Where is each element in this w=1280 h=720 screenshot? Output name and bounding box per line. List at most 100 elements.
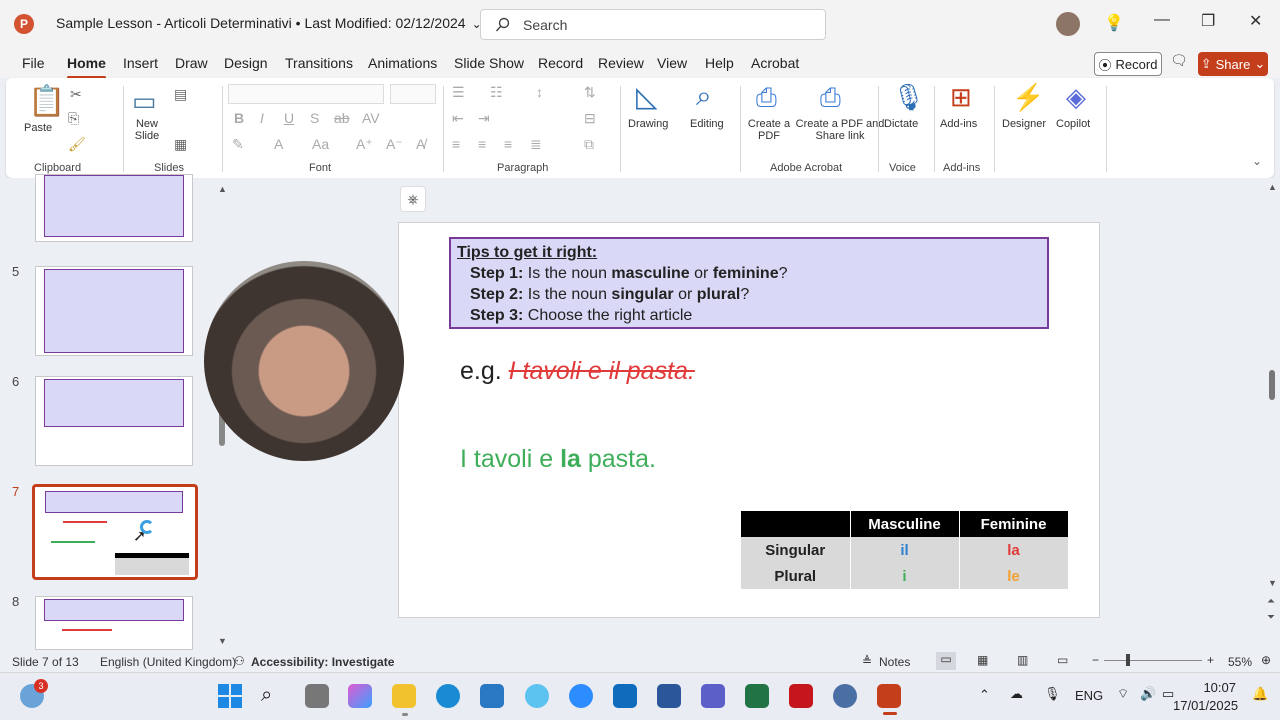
line-spacing-icon[interactable]: ↕ [536, 84, 543, 100]
italic-icon[interactable]: I [260, 110, 264, 126]
notes-button[interactable]: Notes [879, 655, 910, 669]
reading-view-icon[interactable]: ▥ [1017, 653, 1028, 667]
tab-design[interactable]: Design [224, 55, 268, 71]
normal-view-icon[interactable]: ▭ [936, 652, 956, 670]
copilot-icon[interactable]: ◈ [1066, 82, 1086, 113]
create-pdf-button[interactable]: Create a PDF [744, 118, 794, 142]
zoom-level[interactable]: 55% [1228, 655, 1252, 669]
edge-icon[interactable] [436, 684, 460, 708]
copy-icon[interactable]: ⎘ [68, 110, 79, 127]
clear-format-icon[interactable]: A̸ [416, 136, 425, 152]
file-explorer-icon[interactable] [392, 684, 416, 708]
avatar[interactable] [1056, 12, 1080, 36]
slide-thumbnails-pane[interactable]: 5 6 7 8 ▲ ▼ [0, 174, 232, 650]
tab-record[interactable]: Record [538, 55, 583, 71]
thumbnail-4[interactable] [35, 174, 193, 242]
designer-suggest-icon[interactable]: ⎈ [400, 186, 426, 212]
acrobat-icon[interactable] [789, 684, 813, 708]
justify-icon[interactable]: ≣ [530, 136, 542, 153]
scroll-down-icon[interactable]: ▼ [1268, 578, 1277, 588]
bold-icon[interactable]: B [234, 110, 244, 126]
thumbnail-7-selected[interactable] [32, 484, 198, 580]
increase-indent-icon[interactable]: ⇥ [478, 110, 490, 127]
decrease-indent-icon[interactable]: ⇤ [452, 110, 464, 127]
collapse-ribbon-icon[interactable]: ⌄ [1252, 154, 1262, 168]
char-spacing-icon[interactable]: AV [362, 110, 380, 126]
font-color-icon[interactable]: A [274, 136, 283, 152]
microphone-tray-icon[interactable]: 🎙 [1044, 686, 1061, 702]
smartart-icon[interactable]: ⧉ [584, 136, 594, 153]
powerpoint-icon[interactable]: P [14, 14, 34, 34]
tab-file[interactable]: File [22, 55, 45, 71]
tab-home[interactable]: Home [67, 55, 106, 79]
grow-font-icon[interactable]: A⁺ [356, 136, 373, 153]
tab-insert[interactable]: Insert [123, 55, 158, 71]
tab-animations[interactable]: Animations [368, 55, 437, 71]
font-name-dropdown[interactable] [228, 84, 384, 104]
underline-icon[interactable]: U [284, 110, 294, 126]
correct-example[interactable]: I tavoli e la pasta. [460, 445, 656, 474]
outlook-icon[interactable] [613, 684, 637, 708]
minimize-icon[interactable]: — [1154, 11, 1170, 29]
zoom-out-icon[interactable]: − [1092, 653, 1099, 667]
restore-icon[interactable]: ❐ [1201, 11, 1215, 31]
search-taskbar-icon[interactable]: ⌕ [261, 684, 285, 708]
clock-time[interactable]: 10:07 [1200, 680, 1236, 695]
tray-expand-icon[interactable]: ⌃ [979, 687, 990, 703]
designer-icon[interactable]: ⚡ [1012, 82, 1044, 113]
teams-icon[interactable] [701, 684, 725, 708]
scroll-up-icon[interactable]: ▲ [218, 184, 227, 194]
comments-icon[interactable]: 🗨 [1170, 52, 1192, 76]
layout-icon[interactable]: ▤ [174, 86, 187, 103]
text-direction-icon[interactable]: ⇅ [584, 84, 596, 101]
scroll-down-icon[interactable]: ▼ [218, 636, 227, 646]
store-icon[interactable] [480, 684, 504, 708]
strikethrough-icon[interactable]: ab [334, 110, 350, 126]
dictate-button[interactable]: Dictate [884, 118, 918, 130]
tips-icon[interactable] [525, 684, 549, 708]
microphone-icon[interactable]: 🎙 [892, 82, 925, 113]
fit-to-window-icon[interactable]: ⊕ [1261, 653, 1271, 667]
align-left-icon[interactable]: ≡ [452, 136, 460, 152]
tab-help[interactable]: Help [705, 55, 734, 71]
drawing-button[interactable]: Drawing [628, 118, 668, 130]
highlight-icon[interactable]: ✎ [232, 136, 244, 153]
language-status[interactable]: English (United Kingdom) [100, 655, 236, 669]
wrong-example[interactable]: e.g. I tavoli e il pasta. [460, 357, 695, 386]
find-icon[interactable]: ⌕ [696, 80, 712, 113]
zoom-app-icon[interactable] [569, 684, 593, 708]
copilot-taskbar-icon[interactable] [348, 684, 372, 708]
new-slide-button[interactable]: New Slide [132, 118, 162, 142]
slideshow-view-icon[interactable]: ▭ [1057, 653, 1068, 667]
numbering-icon[interactable]: ☷ [490, 84, 503, 101]
start-icon[interactable] [218, 684, 242, 708]
shapes-icon[interactable]: ◺ [636, 80, 658, 113]
lightbulb-icon[interactable]: 💡 [1104, 13, 1124, 33]
zoom-in-icon[interactable]: + [1207, 653, 1214, 667]
onedrive-icon[interactable]: ☁ [1010, 686, 1023, 702]
scroll-up-icon[interactable]: ▲ [1268, 182, 1277, 192]
font-size-dropdown[interactable] [390, 84, 436, 104]
scroll-thumb[interactable] [1269, 370, 1275, 400]
notifications-icon[interactable]: 🔔 [1252, 686, 1268, 702]
tab-acrobat[interactable]: Acrobat [751, 55, 799, 71]
editing-button[interactable]: Editing [690, 118, 724, 130]
close-icon[interactable]: ✕ [1249, 11, 1262, 31]
shadow-icon[interactable]: S [310, 110, 319, 126]
articles-table[interactable]: Masculine Feminine Singular il la Plural… [741, 511, 1069, 589]
thumbnail-6[interactable] [35, 376, 193, 466]
slide-sorter-icon[interactable]: ▦ [977, 653, 988, 667]
excel-icon[interactable] [745, 684, 769, 708]
copilot-button[interactable]: Copilot [1056, 118, 1090, 130]
align-right-icon[interactable]: ≡ [504, 136, 512, 152]
accessibility-status[interactable]: Accessibility: Investigate [251, 655, 394, 669]
create-pdf-icon[interactable]: ⎙ [756, 82, 777, 114]
thumbnail-8[interactable] [35, 596, 193, 650]
section-icon[interactable]: ▦ [174, 136, 187, 153]
thumbnail-5[interactable] [35, 266, 193, 356]
format-painter-icon[interactable]: 🖌 [68, 136, 86, 153]
new-slide-icon[interactable]: ▭ [132, 86, 157, 117]
canvas-scrollbar[interactable]: ▲ ▼ ⏶ ⏷ [1264, 178, 1280, 650]
addins-icon[interactable]: ⊞ [950, 82, 972, 113]
next-slide-icon[interactable]: ⏷ [1267, 612, 1275, 623]
